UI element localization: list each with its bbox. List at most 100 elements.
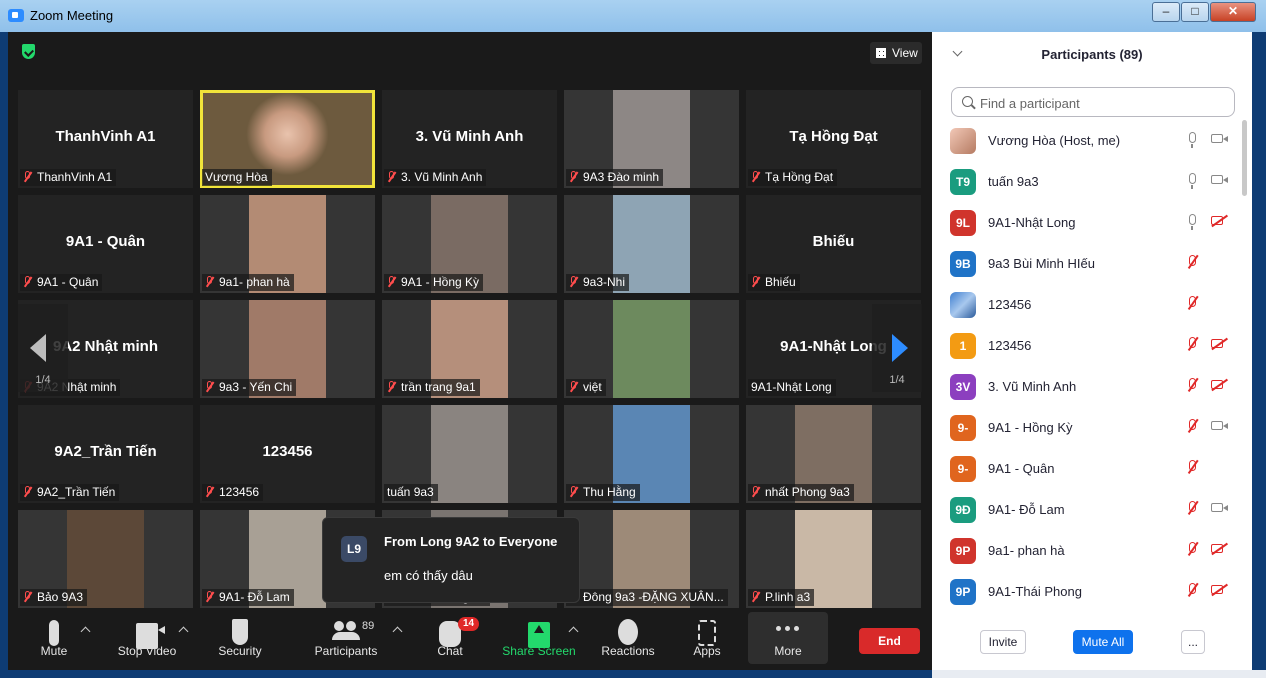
video-tile[interactable]: Thu Hằng (564, 405, 739, 503)
minimize-button[interactable]: – (1152, 2, 1180, 22)
muted-mic-icon (751, 276, 760, 288)
video-options-caret[interactable] (178, 616, 190, 666)
muted-mic-icon[interactable] (1189, 337, 1196, 348)
invite-button[interactable]: Invite (980, 630, 1026, 654)
video-tile[interactable]: ThanhVinh A1 ThanhVinh A1 (18, 90, 193, 188)
muted-mic-icon (387, 381, 396, 393)
camera-icon[interactable] (1211, 134, 1228, 143)
participant-row[interactable]: 9P 9A1-Thái Phong (932, 571, 1242, 612)
video-tile[interactable]: Tạ Hồng Đạt Tạ Hồng Đạt (746, 90, 921, 188)
video-tile[interactable]: Bảo 9A3 (18, 510, 193, 608)
camera-icon[interactable] (1211, 421, 1228, 430)
more-button[interactable]: More (758, 616, 818, 666)
mute-button[interactable]: Mute (34, 616, 74, 666)
share-screen-button[interactable]: Share Screen (502, 616, 576, 666)
muted-mic-icon[interactable] (1189, 378, 1196, 389)
tile-label-text: 9A1-Nhật Long (751, 380, 832, 394)
apps-button[interactable]: Apps (690, 616, 724, 666)
video-tile[interactable]: trần trang 9a1 (382, 300, 557, 398)
participant-row[interactable]: 1 123456 (932, 325, 1242, 366)
video-tile[interactable]: Vương Hòa (200, 90, 375, 188)
next-page-button[interactable]: 1/4 (872, 304, 922, 392)
camera-off-icon[interactable] (1211, 585, 1223, 594)
participant-row[interactable]: Vương Hòa (Host, me) (932, 120, 1242, 161)
participant-row[interactable]: 9- 9A1 - Hồng Kỳ (932, 407, 1242, 448)
meeting-area: View ThanhVinh A1 ThanhVinh A1 Vương Hòa 3.… (8, 32, 932, 670)
participants-icon (332, 621, 360, 647)
reactions-button[interactable]: Reactions (600, 616, 656, 666)
video-tile[interactable]: 9a3-Nhi (564, 195, 739, 293)
prev-page-button[interactable]: 1/4 (18, 304, 68, 392)
end-meeting-button[interactable]: End (859, 628, 920, 654)
close-button[interactable]: ✕ (1210, 2, 1256, 22)
video-tile[interactable]: P.linh a3 (746, 510, 921, 608)
panel-more-button[interactable]: ... (1181, 630, 1205, 654)
camera-off-icon[interactable] (1211, 216, 1223, 225)
video-tile[interactable]: 3. Vũ Minh Anh 3. Vũ Minh Anh (382, 90, 557, 188)
muted-mic-icon (751, 486, 760, 498)
maximize-button[interactable]: □ (1181, 2, 1209, 22)
muted-mic-icon[interactable] (1189, 255, 1196, 266)
participant-row[interactable]: 123456 (932, 284, 1242, 325)
video-tile[interactable]: 9A1 - Hồng Kỳ (382, 195, 557, 293)
participant-search[interactable] (951, 87, 1235, 117)
participant-row[interactable]: T9 tuấn 9a3 (932, 161, 1242, 202)
tile-name-label: Đông 9a3 -ĐẶNG XUÂN... (566, 589, 728, 606)
tile-name-label: 9a3-Nhi (566, 274, 630, 291)
audio-options-caret[interactable] (80, 616, 92, 666)
video-tile[interactable]: Đông 9a3 -ĐẶNG XUÂN... (564, 510, 739, 608)
video-tile[interactable]: 9A3 Đào minh (564, 90, 739, 188)
camera-off-icon[interactable] (1211, 544, 1223, 553)
camera-off-icon[interactable] (1211, 339, 1223, 348)
video-tile[interactable]: 9A1 - Quân 9A1 - Quân (18, 195, 193, 293)
video-tile[interactable]: 9a1- phan hà (200, 195, 375, 293)
muted-mic-icon[interactable] (1189, 460, 1196, 471)
video-tile[interactable]: việt (564, 300, 739, 398)
video-tile[interactable]: 123456 123456 (200, 405, 375, 503)
security-button[interactable]: Security (214, 616, 266, 666)
video-tile[interactable]: Bhiếu Bhiếu (746, 195, 921, 293)
search-input[interactable] (978, 92, 1232, 114)
muted-mic-icon[interactable] (1189, 419, 1196, 430)
participant-row[interactable]: 9Đ 9A1- Đỗ Lam (932, 489, 1242, 530)
camera-off-icon[interactable] (1211, 380, 1223, 389)
video-tile[interactable]: 9a3 - Yến Chi (200, 300, 375, 398)
participant-row[interactable]: 9- 9A1 - Quân (932, 448, 1242, 489)
scrollbar-thumb[interactable] (1242, 120, 1247, 196)
encryption-shield-icon[interactable] (22, 44, 35, 59)
tile-name-label: Tạ Hồng Đạt (748, 169, 838, 186)
tile-name-label: 9A2_Trần Tiến (20, 484, 120, 501)
video-tile[interactable]: tuấn 9a3 (382, 405, 557, 503)
camera-icon[interactable] (1211, 503, 1228, 512)
microphone-icon[interactable] (1189, 173, 1196, 189)
microphone-icon[interactable] (1189, 132, 1196, 148)
chat-button[interactable]: 14 Chat (432, 616, 480, 666)
participant-row[interactable]: 3V 3. Vũ Minh Anh (932, 366, 1242, 407)
share-options-caret[interactable] (568, 616, 580, 666)
muted-mic-icon[interactable] (1189, 501, 1196, 512)
stop-video-button[interactable]: Stop Video (114, 616, 180, 666)
mute-all-button[interactable]: Mute All (1073, 630, 1133, 654)
view-button[interactable]: View (870, 42, 922, 64)
tile-name-label: 9a3 - Yến Chi (202, 379, 297, 396)
participants-button[interactable]: Participants 89 (310, 616, 382, 666)
muted-mic-icon (569, 171, 578, 183)
muted-mic-icon[interactable] (1189, 296, 1196, 307)
participant-row[interactable]: 9B 9a3 Bùi Minh HIếu (932, 243, 1242, 284)
panel-footer: Invite Mute All ... (932, 630, 1252, 656)
camera-icon[interactable] (1211, 175, 1228, 184)
video-tile[interactable]: 9A2_Trần Tiến 9A2_Trần Tiến (18, 405, 193, 503)
participant-row[interactable]: 9L 9A1-Nhật Long (932, 202, 1242, 243)
tile-name-label: việt (566, 379, 606, 396)
microphone-icon[interactable] (1189, 214, 1196, 230)
muted-mic-icon[interactable] (1189, 583, 1196, 594)
participant-list-scrollbar[interactable] (1240, 120, 1248, 605)
tile-display-name: Bhiếu (812, 233, 855, 250)
chat-notification[interactable]: L9 From Long 9A2 to Everyone em có thấy … (322, 517, 580, 603)
participants-options-caret[interactable] (392, 616, 404, 666)
tile-label-text: nhất Phong 9a3 (765, 485, 850, 499)
muted-mic-icon[interactable] (1189, 542, 1196, 553)
video-tile[interactable]: nhất Phong 9a3 (746, 405, 921, 503)
tile-name-label: 9A1- Đỗ Lam (202, 589, 294, 606)
participant-row[interactable]: 9P 9a1- phan hà (932, 530, 1242, 571)
